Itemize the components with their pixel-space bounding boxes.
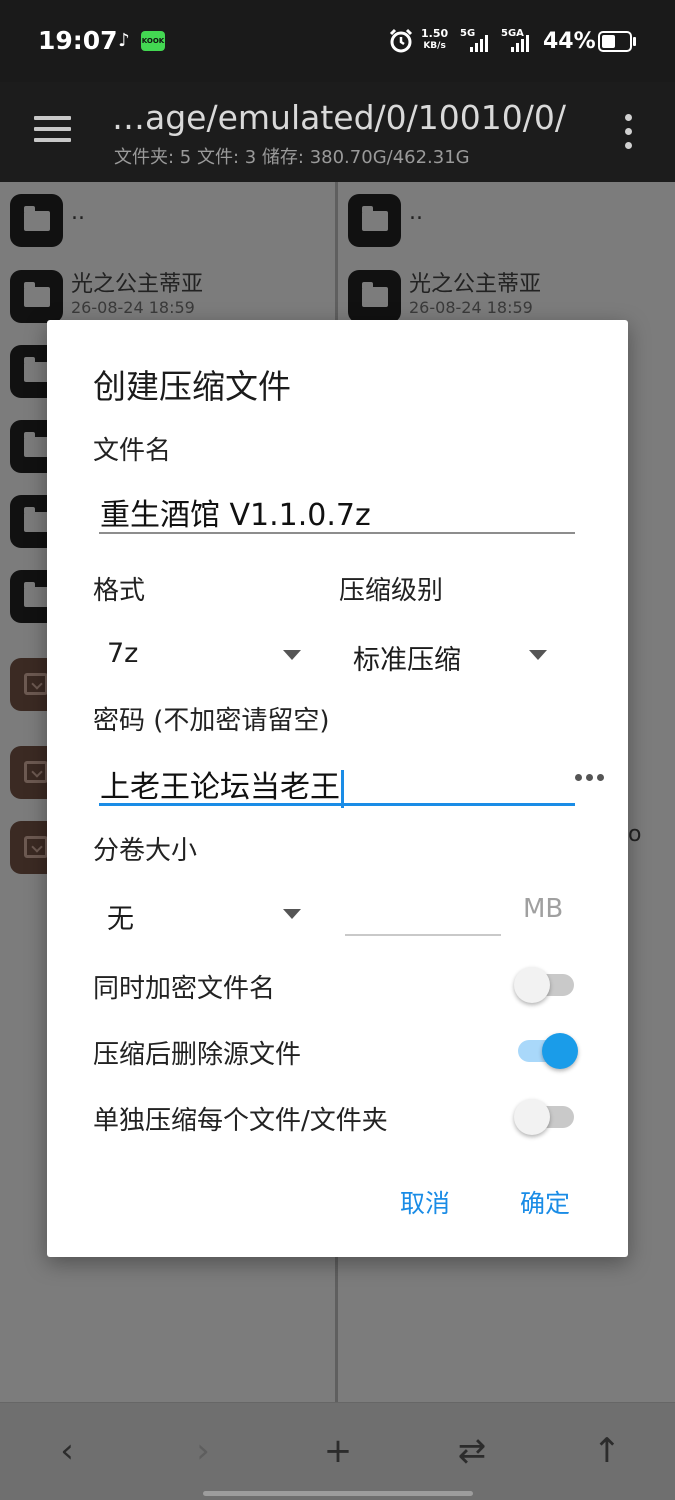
forward-icon[interactable]: › (183, 1431, 223, 1471)
cancel-button[interactable]: 取消 (400, 1184, 450, 1220)
parent-folder-icon[interactable]: ↑ (587, 1431, 627, 1471)
ok-button[interactable]: 确定 (520, 1184, 570, 1220)
text-caret (341, 769, 344, 808)
password-label: 密码 (不加密请留空) (93, 706, 330, 736)
status-time: 19:07 (38, 26, 118, 55)
path-title[interactable]: …age/emulated/0/10010/0/ (112, 98, 566, 137)
format-value: 7z (107, 638, 139, 669)
password-field[interactable]: 上老王论坛当老王 (99, 760, 604, 808)
split-size-value: 无 (107, 904, 134, 935)
battery-percent: 44% (543, 29, 596, 54)
format-label: 格式 (93, 576, 146, 606)
split-size-label: 分卷大小 (93, 836, 198, 866)
filename-value: 重生酒馆 V1.1.0.7z (100, 498, 371, 533)
option-label: 同时加密文件名 (93, 974, 276, 1004)
option-label: 压缩后删除源文件 (93, 1040, 302, 1070)
password-value-wrap: 上老王论坛当老王 (100, 762, 344, 808)
status-bar: 19:07 ♪ KOOK 1.50 KB/s 5G 5GA 44% (0, 0, 675, 82)
file-name: .. (71, 200, 85, 225)
show-password-icon[interactable] (575, 774, 605, 782)
file-name: 光之公主蒂亚 (409, 272, 542, 297)
file-name: .. (409, 200, 423, 225)
battery-icon (598, 31, 632, 52)
screen: 19:07 ♪ KOOK 1.50 KB/s 5G 5GA 44% …age/e… (0, 0, 675, 1500)
net-speed: 1.50 KB/s (421, 28, 448, 52)
password-value: 上老王论坛当老王 (100, 770, 340, 805)
delete-source-toggle[interactable] (514, 1030, 578, 1070)
compression-level-value: 标准压缩 (353, 645, 461, 676)
encrypt-filenames-toggle[interactable] (514, 964, 578, 1004)
file-date: 26-08-24 18:59 (71, 298, 195, 317)
more-options-icon[interactable] (624, 114, 634, 150)
kook-icon: KOOK (141, 31, 165, 51)
file-name: 光之公主蒂亚 (71, 272, 204, 297)
list-item[interactable]: .. (0, 182, 335, 258)
filename-label: 文件名 (93, 436, 172, 466)
menu-icon[interactable] (34, 116, 71, 142)
format-select[interactable]: 7z (107, 632, 307, 678)
create-archive-dialog: 创建压缩文件 文件名 重生酒馆 V1.1.0.7z 格式 压缩级别 7z 标准压… (47, 320, 628, 1257)
split-size-select[interactable]: 无 (107, 891, 307, 937)
file-date: 26-08-24 18:59 (409, 298, 533, 317)
chevron-down-icon (283, 909, 301, 919)
net-speed-unit: KB/s (423, 41, 446, 51)
split-size-input[interactable] (345, 888, 501, 936)
folder-icon (348, 194, 401, 247)
alarm-icon (389, 28, 413, 53)
list-item[interactable]: .. (338, 182, 675, 258)
add-icon[interactable]: + (318, 1431, 358, 1471)
back-icon[interactable]: ‹ (47, 1431, 87, 1471)
compression-level-select[interactable]: 标准压缩 (353, 632, 553, 678)
folder-icon (348, 270, 401, 323)
option-label: 单独压缩每个文件/文件夹 (93, 1106, 388, 1136)
net-speed-value: 1.50 (421, 27, 449, 40)
home-indicator[interactable] (203, 1491, 473, 1496)
partial-file-name: o (628, 822, 642, 847)
tiktok-icon: ♪ (118, 30, 130, 51)
chevron-down-icon (283, 650, 301, 660)
app-bar: …age/emulated/0/10010/0/ 文件夹: 5 文件: 3 储存… (0, 82, 675, 182)
compression-level-label: 压缩级别 (339, 576, 444, 606)
bottom-toolbar: ‹ › + ⇄ ↑ (0, 1402, 675, 1500)
swap-panes-icon[interactable]: ⇄ (452, 1431, 492, 1471)
battery-tip (633, 37, 636, 46)
filename-field[interactable]: 重生酒馆 V1.1.0.7z (99, 488, 575, 534)
split-size-unit: MB (523, 894, 564, 924)
folder-icon (10, 194, 63, 247)
path-summary: 文件夹: 5 文件: 3 储存: 380.70G/462.31G (114, 147, 470, 168)
compress-separately-toggle[interactable] (514, 1096, 578, 1136)
folder-icon (10, 270, 63, 323)
chevron-down-icon (529, 650, 547, 660)
dialog-title: 创建压缩文件 (93, 367, 291, 406)
